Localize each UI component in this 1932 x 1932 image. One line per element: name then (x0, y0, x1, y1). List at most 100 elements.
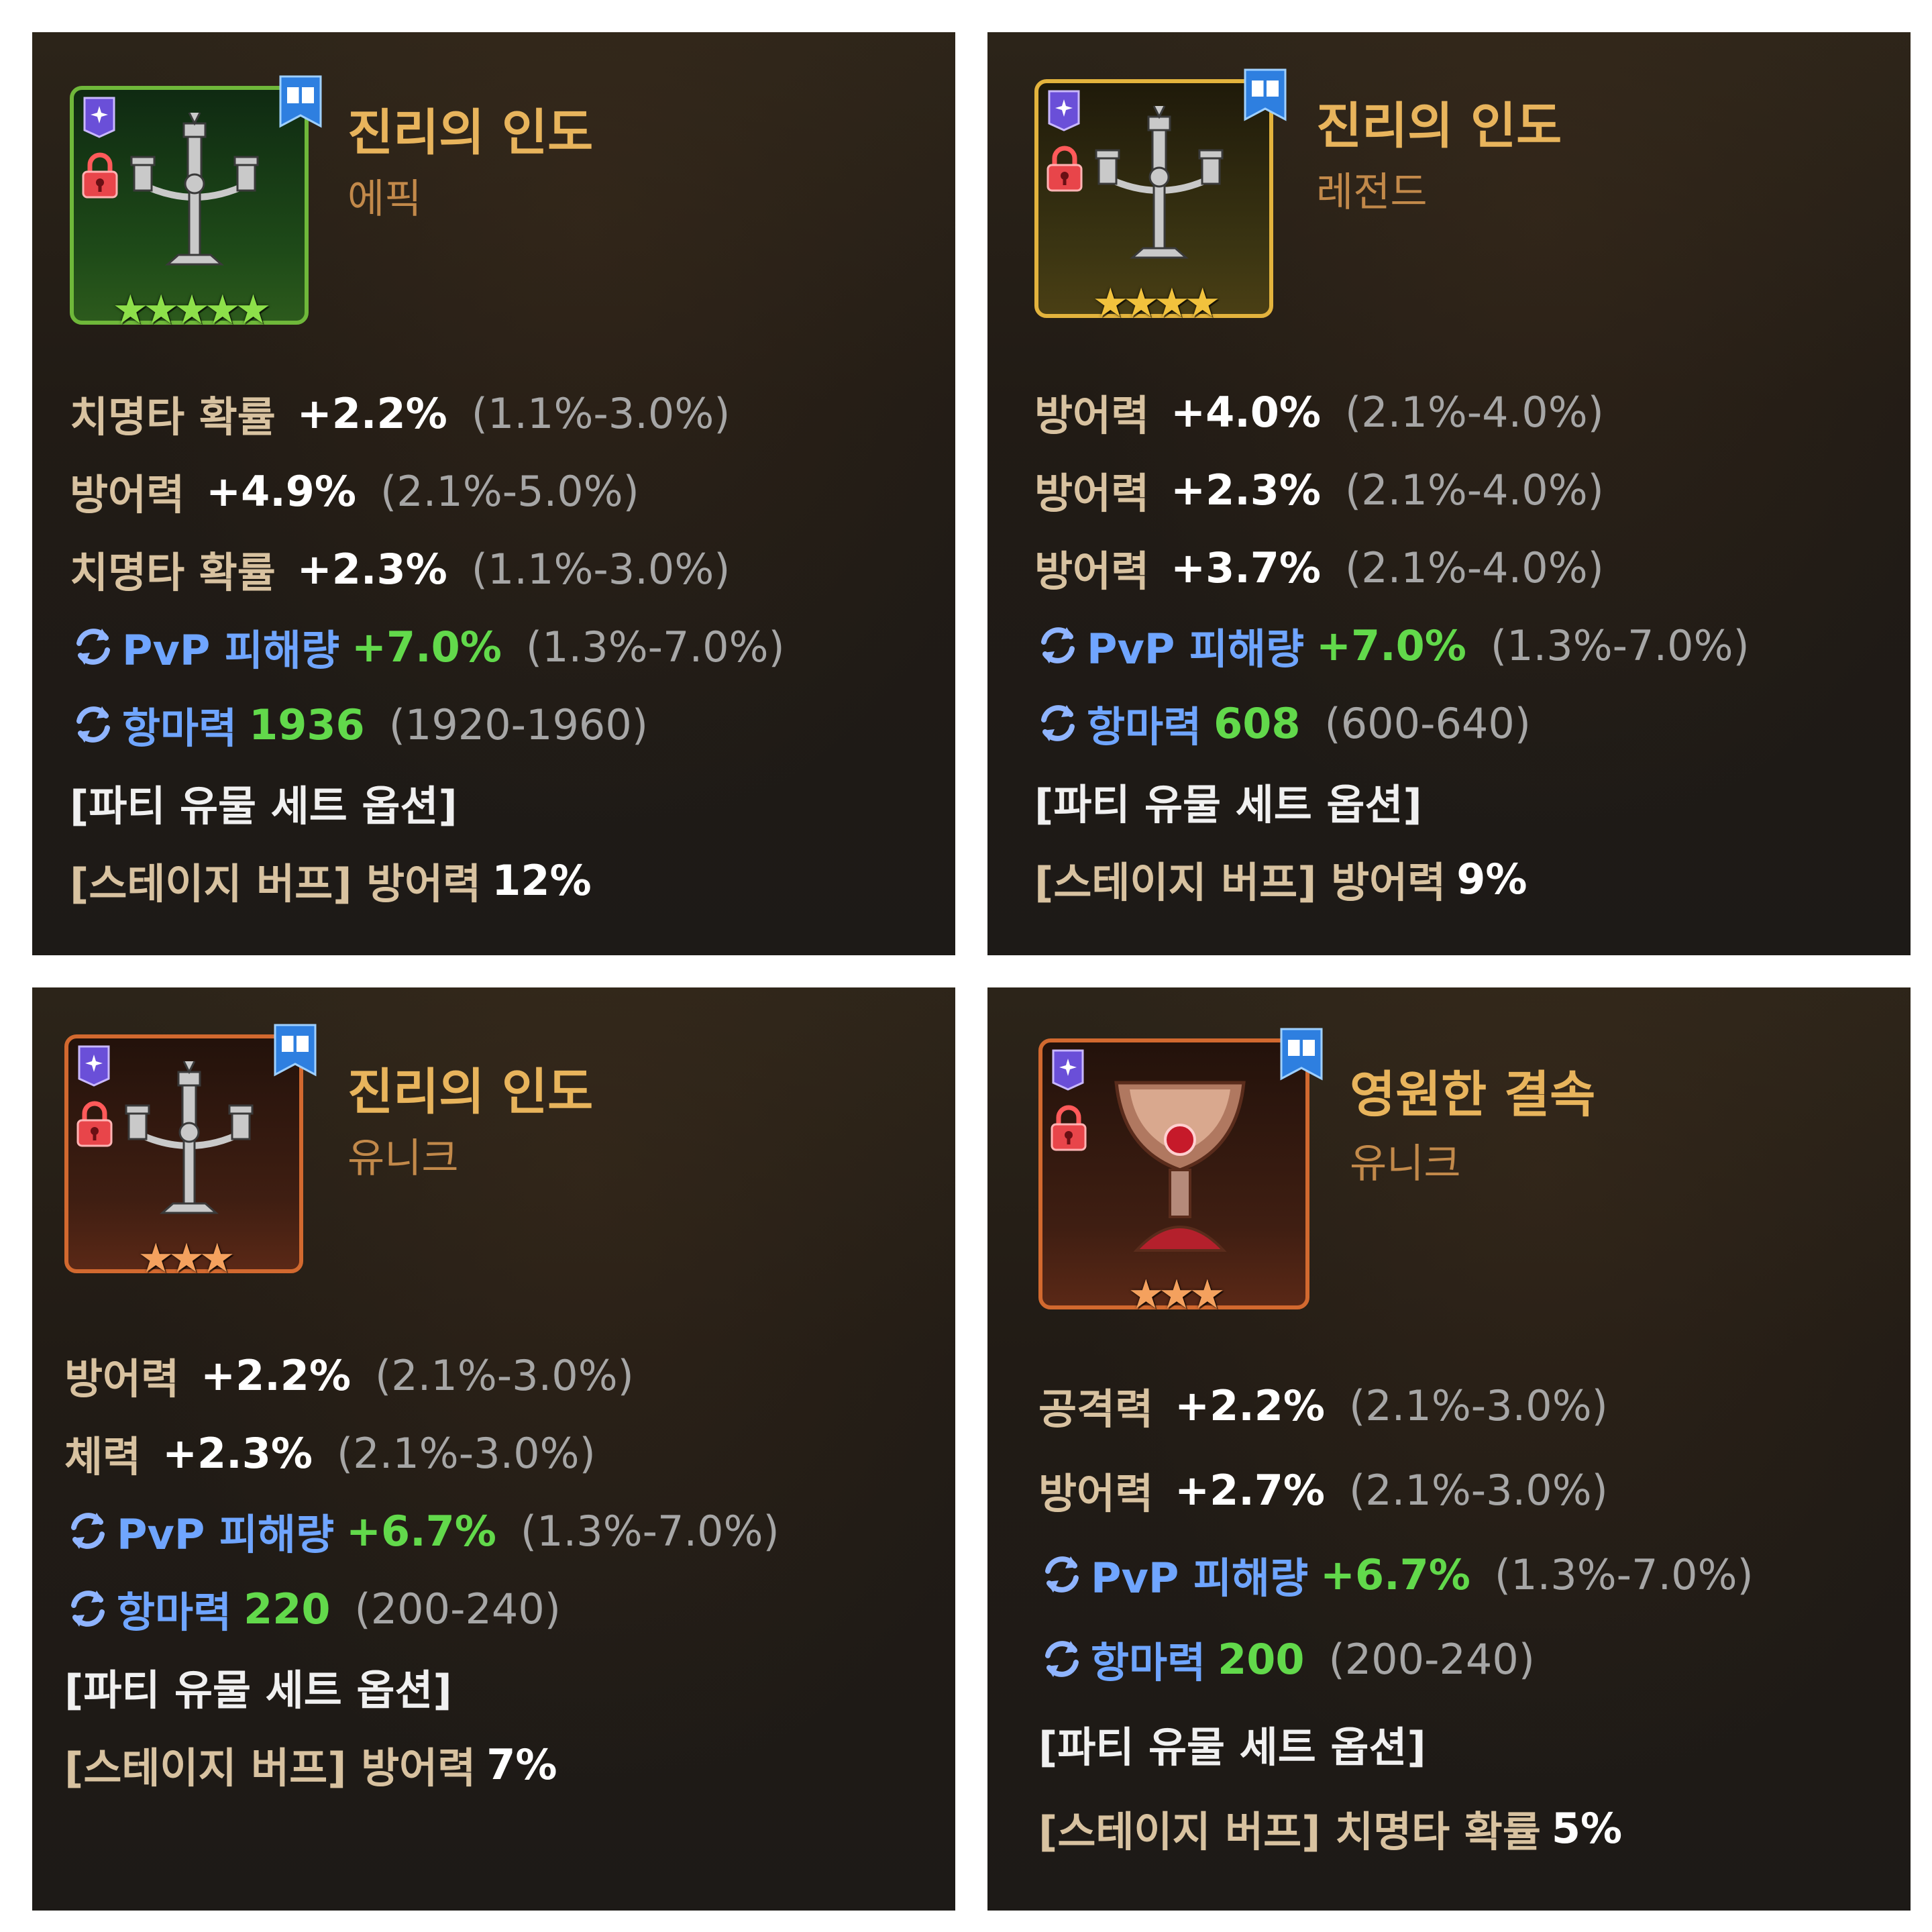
item-grade: 유니크 (1350, 1140, 1461, 1187)
reroll-stat-row[interactable]: PvP 피해량 +7.0% (1.3%-7.0%) (1034, 606, 1750, 684)
stage-buff-row: [스테이지 버프] 방어력 12% (70, 841, 785, 919)
stat-range: (200-240) (354, 1584, 561, 1633)
reroll-value: +7.0% (352, 622, 502, 672)
stat-label: 방어력 (1034, 391, 1150, 440)
reroll-icon[interactable] (70, 701, 117, 748)
stat-value: +2.3% (297, 544, 447, 594)
candelabra-icon (109, 1059, 270, 1240)
stat-label: 방어력 (64, 1354, 180, 1403)
stage-buff-row: [스테이지 버프] 방어력 7% (64, 1725, 780, 1803)
stage-buff-value: 12% (492, 855, 592, 905)
stat-value: +4.9% (206, 466, 357, 516)
set-option-title: [파티 유물 세트 옵션] (64, 1666, 452, 1715)
reroll-stat-row[interactable]: 항마력 1936 (1920-1960) (70, 686, 785, 763)
reroll-icon[interactable] (1034, 700, 1081, 747)
stat-range: (1.3%-7.0%) (1494, 1550, 1754, 1599)
reroll-value: 200 (1218, 1634, 1305, 1684)
stat-list: 치명타 확률 +2.2% (1.1%-3.0%) 방어력 +4.9% (2.1%… (70, 374, 785, 919)
stat-label: 방어력 (1034, 469, 1150, 518)
reroll-stat-row[interactable]: PvP 피해량 +7.0% (1.3%-7.0%) (70, 608, 785, 686)
stat-row: 방어력 +2.7% (2.1%-3.0%) (1038, 1448, 1754, 1532)
item-icon-frame[interactable]: ★★★ (64, 1034, 303, 1279)
stage-buff-value: 9% (1456, 854, 1527, 904)
reroll-stat-row[interactable]: 항마력 200 (200-240) (1038, 1617, 1754, 1701)
star-rating: ★★★ (1128, 1271, 1225, 1318)
reroll-icon[interactable] (70, 623, 117, 670)
stat-range: (2.1%-4.0%) (1345, 387, 1604, 437)
book-ribbon-icon[interactable] (1242, 68, 1288, 122)
reroll-icon[interactable] (1038, 1551, 1085, 1598)
stat-range: (2.1%-3.0%) (1349, 1381, 1608, 1430)
set-option-title: [파티 유물 세트 옵션] (1034, 780, 1422, 829)
stat-range: (1.1%-3.0%) (471, 544, 731, 594)
reroll-stat-row[interactable]: 항마력 608 (600-640) (1034, 684, 1750, 762)
book-ribbon-icon[interactable] (272, 1024, 318, 1077)
stat-range: (1.3%-7.0%) (525, 622, 785, 672)
stage-buff-value: 5% (1551, 1803, 1623, 1853)
stat-label: 체력 (64, 1432, 142, 1481)
set-option-row: [파티 유물 세트 옵션] (1038, 1701, 1754, 1786)
item-icon-frame[interactable]: ★★★★ (1034, 79, 1273, 323)
reroll-label: PvP 피해량 (1087, 625, 1305, 674)
reroll-value: +6.7% (1320, 1550, 1470, 1599)
reroll-icon[interactable] (1038, 1635, 1085, 1682)
reroll-icon[interactable] (64, 1507, 111, 1554)
reroll-label: 항마력 (122, 704, 237, 753)
stat-list: 방어력 +2.2% (2.1%-3.0%) 체력 +2.3% (2.1%-3.0… (64, 1336, 780, 1803)
set-option-row: [파티 유물 세트 옵션] (70, 763, 785, 841)
stat-row: 공격력 +2.2% (2.1%-3.0%) (1038, 1363, 1754, 1448)
relic-tooltip-card: ★★★★ 진리의 인도 레전드 방어력 +4.0% (2.1%-4.0%) 방어… (987, 32, 1911, 955)
stat-range: (2.1%-3.0%) (337, 1428, 596, 1478)
stat-label: 치명타 확률 (70, 548, 276, 597)
lock-icon[interactable] (1049, 1104, 1088, 1152)
stat-row: 방어력 +4.0% (2.1%-4.0%) (1034, 373, 1750, 451)
stage-buff-row: [스테이지 버프] 방어력 9% (1034, 840, 1750, 918)
star-rating: ★★★★★ (112, 286, 272, 333)
book-ribbon-icon[interactable] (1279, 1028, 1324, 1081)
star-badge-icon (76, 1045, 111, 1087)
relic-tooltip-card: ★★★★★ 진리의 인도 에픽 치명타 확률 +2.2% (1.1%-3.0%)… (32, 32, 955, 955)
candelabra-icon (1079, 103, 1240, 284)
stat-range: (1.1%-3.0%) (471, 388, 731, 438)
reroll-stat-row[interactable]: 항마력 220 (200-240) (64, 1570, 780, 1648)
reroll-stat-row[interactable]: PvP 피해량 +6.7% (1.3%-7.0%) (1038, 1532, 1754, 1617)
relic-tooltip-card: ★★★ 영원한 결속 유니크 공격력 +2.2% (2.1%-3.0%) 방어력… (987, 987, 1911, 1911)
star-badge-icon (1051, 1049, 1085, 1091)
item-name: 진리의 인도 (347, 1063, 594, 1121)
set-option-row: [파티 유물 세트 옵션] (1034, 762, 1750, 840)
stat-range: (2.1%-4.0%) (1345, 465, 1604, 515)
stat-row: 방어력 +2.2% (2.1%-3.0%) (64, 1336, 780, 1414)
reroll-label: PvP 피해량 (1091, 1554, 1309, 1603)
star-rating: ★★★★ (1092, 280, 1220, 327)
item-name: 진리의 인도 (1316, 97, 1562, 155)
stat-row: 방어력 +2.3% (2.1%-4.0%) (1034, 451, 1750, 529)
stat-label: 방어력 (70, 470, 185, 519)
stage-buff-label: [스테이지 버프] 방어력 (70, 859, 482, 908)
stage-buff-row: [스테이지 버프] 치명타 확률 5% (1038, 1786, 1754, 1870)
book-ribbon-icon[interactable] (278, 75, 323, 129)
reroll-icon[interactable] (1034, 622, 1081, 669)
reroll-icon[interactable] (64, 1585, 111, 1632)
relic-tooltip-card: ★★★ 진리의 인도 유니크 방어력 +2.2% (2.1%-3.0%) 체력 … (32, 987, 955, 1911)
stat-value: +2.2% (297, 388, 447, 438)
reroll-value: +7.0% (1316, 621, 1466, 670)
item-icon-frame[interactable]: ★★★★★ (70, 86, 309, 330)
stage-buff-value: 7% (486, 1739, 557, 1789)
reroll-label: 항마력 (1091, 1638, 1206, 1687)
star-rating: ★★★ (138, 1235, 235, 1282)
stat-range: (2.1%-5.0%) (380, 466, 639, 516)
stat-row: 치명타 확률 +2.2% (1.1%-3.0%) (70, 374, 785, 452)
stage-buff-label: [스테이지 버프] 방어력 (64, 1743, 476, 1792)
stat-row: 방어력 +3.7% (2.1%-4.0%) (1034, 529, 1750, 606)
stat-list: 공격력 +2.2% (2.1%-3.0%) 방어력 +2.7% (2.1%-3.… (1038, 1363, 1754, 1870)
stat-range: (200-240) (1328, 1634, 1535, 1684)
item-name: 진리의 인도 (347, 104, 594, 162)
stat-label: 방어력 (1038, 1469, 1154, 1518)
item-grade: 레전드 (1316, 169, 1428, 216)
stat-range: (2.1%-3.0%) (375, 1350, 634, 1400)
reroll-value: 220 (244, 1584, 331, 1633)
set-option-title: [파티 유물 세트 옵션] (70, 782, 458, 830)
reroll-stat-row[interactable]: PvP 피해량 +6.7% (1.3%-7.0%) (64, 1492, 780, 1570)
stat-label: 방어력 (1034, 547, 1150, 596)
item-icon-frame[interactable]: ★★★ (1038, 1038, 1309, 1315)
